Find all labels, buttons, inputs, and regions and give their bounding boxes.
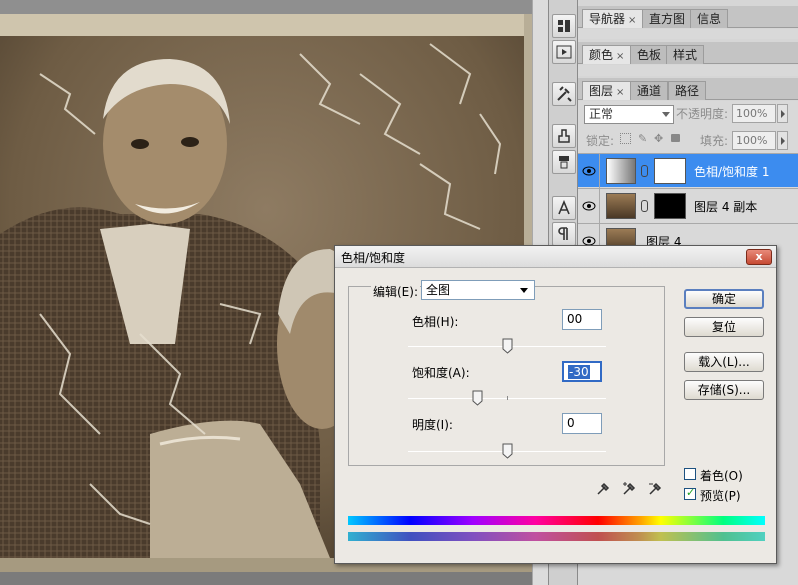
hue-label: 色相(H): [412, 315, 459, 329]
saturation-value: -30 [568, 365, 590, 379]
fill-label: 填充: [700, 134, 729, 148]
reset-button[interactable]: 复位 [684, 317, 764, 337]
lock-move-icon[interactable]: ✥ [654, 132, 663, 145]
dialog-titlebar[interactable]: 色相/饱和度 x [335, 246, 776, 268]
tab-paths[interactable]: 路径 [668, 81, 707, 100]
layers-options-row: 正常 不透明度: 100% [578, 101, 798, 127]
layers-panel-tabs: 图层 × 通道 路径 [578, 78, 798, 100]
layer-name: 色相/饱和度 1 [694, 165, 770, 179]
layer-thumbnail [606, 193, 636, 219]
opacity-field[interactable]: 100% [732, 104, 776, 123]
layer-row-layer4-copy[interactable]: 图层 4 副本 [578, 188, 798, 223]
navigator-panel-body [578, 29, 798, 39]
tab-channels[interactable]: 通道 [630, 81, 669, 100]
saturation-label: 饱和度(A): [412, 366, 470, 380]
fill-field[interactable]: 100% [732, 131, 776, 150]
blend-mode-value: 正常 [589, 107, 614, 121]
tools-preset-icon[interactable] [552, 82, 576, 106]
mask-thumbnail [654, 193, 686, 219]
tab-channels-label: 通道 [637, 84, 662, 98]
paragraph-icon[interactable] [552, 222, 576, 246]
close-button[interactable]: x [746, 249, 772, 265]
colorize-label: 着色(O) [700, 469, 743, 483]
tab-info-label: 信息 [697, 12, 722, 26]
hue-slider-thumb[interactable] [502, 338, 513, 354]
color-panel-body [578, 65, 798, 76]
saturation-center-tick [507, 396, 508, 400]
play-actions-icon[interactable] [552, 40, 576, 64]
fill-slider-toggle[interactable] [777, 131, 788, 150]
blend-mode-select[interactable]: 正常 [584, 105, 674, 124]
tab-layers-label: 图层 [589, 84, 614, 98]
mask-thumbnail [654, 158, 686, 184]
tab-color[interactable]: 颜色 × [582, 45, 632, 64]
hue-saturation-dialog: 色相/饱和度 x 编辑(E): 全图 色相(H): 00 饱和度(A): -30… [334, 245, 777, 564]
lock-all-icon[interactable] [671, 134, 680, 142]
eyedropper-minus-icon[interactable] [647, 481, 663, 497]
lightness-label: 明度(I): [412, 418, 453, 432]
colorize-checkbox[interactable] [684, 468, 696, 480]
eye-icon[interactable] [578, 154, 600, 188]
hue-input[interactable]: 00 [562, 309, 602, 330]
tab-navigator[interactable]: 导航器 × [582, 9, 644, 28]
load-button[interactable]: 载入(L)... [684, 352, 764, 372]
input-spectrum-bar [348, 516, 765, 525]
chevron-down-icon [662, 112, 670, 117]
dialog-title: 色相/饱和度 [341, 251, 406, 265]
link-chain-icon [641, 200, 648, 212]
tab-info[interactable]: 信息 [690, 9, 729, 28]
opacity-slider-toggle[interactable] [777, 104, 788, 123]
tab-color-label: 颜色 [589, 48, 614, 62]
close-icon[interactable]: × [628, 15, 636, 26]
preview-label: 预览(P) [700, 489, 741, 503]
lightness-input[interactable]: 0 [562, 413, 602, 434]
eye-icon[interactable] [578, 189, 600, 223]
color-panel-tabs: 颜色 × 色板 样式 [578, 42, 798, 64]
tab-histogram[interactable]: 直方图 [642, 9, 693, 28]
edit-range-select[interactable]: 全图 [421, 280, 535, 300]
output-spectrum-bar [348, 532, 765, 541]
ok-button[interactable]: 确定 [684, 289, 764, 309]
tab-swatches-label: 色板 [637, 48, 662, 62]
lock-label: 锁定: [586, 134, 615, 148]
tab-styles[interactable]: 样式 [666, 45, 705, 64]
clone-source-icon[interactable] [552, 124, 576, 148]
eyedropper-icon[interactable] [595, 481, 611, 497]
close-icon[interactable]: × [616, 87, 624, 98]
navigator-icon[interactable] [552, 14, 576, 38]
tab-histogram-label: 直方图 [649, 12, 686, 26]
edit-label: 编辑(E): [371, 283, 420, 300]
lightness-slider-thumb[interactable] [502, 443, 513, 459]
brushes-icon[interactable] [552, 150, 576, 174]
saturation-input[interactable]: -30 [562, 361, 602, 382]
tab-navigator-label: 导航器 [589, 12, 626, 26]
edit-range-value: 全图 [426, 283, 451, 297]
close-icon[interactable]: × [616, 51, 624, 62]
tab-styles-label: 样式 [673, 48, 698, 62]
navigator-panel-tabs: 导航器 × 直方图 信息 [578, 6, 798, 28]
preview-checkbox[interactable] [684, 486, 696, 500]
tab-swatches[interactable]: 色板 [630, 45, 669, 64]
eyedropper-plus-icon[interactable] [621, 481, 637, 497]
opacity-label: 不透明度: [676, 107, 729, 121]
character-icon[interactable] [552, 196, 576, 220]
link-chain-icon [641, 165, 648, 177]
chevron-down-icon [520, 288, 528, 293]
tab-layers[interactable]: 图层 × [582, 81, 632, 100]
layer-row-hue-saturation[interactable]: 色相/饱和度 1 [578, 153, 798, 188]
adjustment-thumbnail [606, 158, 636, 184]
tab-paths-label: 路径 [675, 84, 700, 98]
adjustment-group [348, 286, 665, 466]
layer-name: 图层 4 副本 [694, 200, 758, 214]
save-button[interactable]: 存储(S)... [684, 380, 764, 400]
canvas-top-strip [0, 0, 532, 14]
lock-transparent-icon[interactable] [620, 133, 631, 144]
lock-brush-icon[interactable]: ✎ [638, 132, 647, 145]
saturation-slider-thumb[interactable] [472, 390, 483, 406]
